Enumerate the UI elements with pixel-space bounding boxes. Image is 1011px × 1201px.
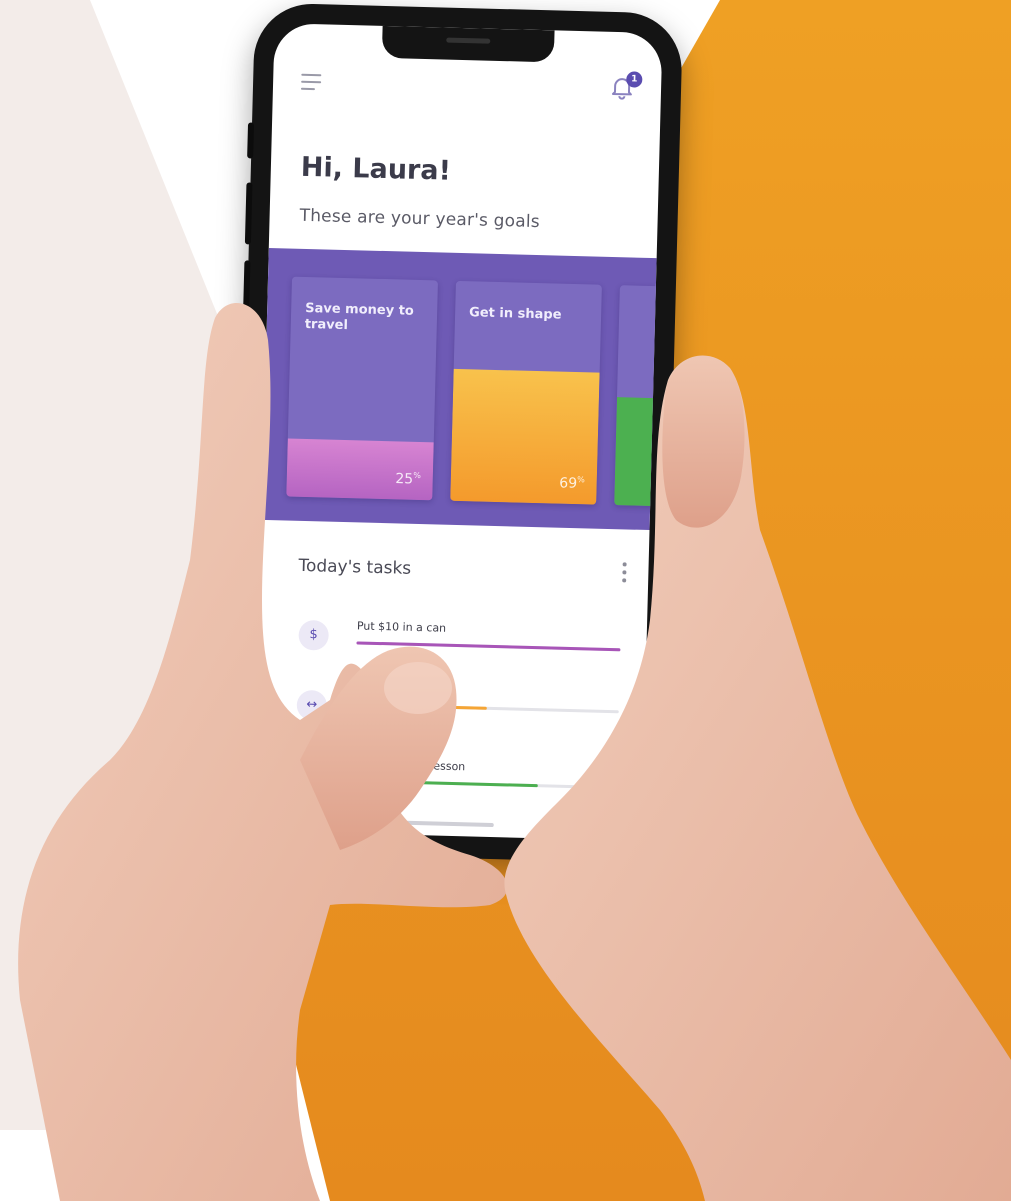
task-progress-track [356,641,621,652]
goals-subtitle: These are your year's goals [299,205,541,233]
home-indicator [403,820,494,828]
task-progress-track [352,779,617,790]
goal-title: Get in shape [468,305,562,323]
task-progress-bar [352,779,538,788]
goal-card-partial[interactable] [614,285,660,507]
phone-notch [381,25,555,63]
notification-badge: 1 [626,71,643,88]
goal-card-save-money[interactable]: Save money to travel 25% [286,276,438,501]
bell-icon[interactable]: 1 [609,71,643,105]
task-item[interactable]: ♪ ...ing lesson [294,756,617,824]
task-progress-bar [354,703,487,710]
phone-silent-switch [247,122,255,159]
coin-icon: $ [298,619,330,651]
phone-volume-up [244,182,253,245]
task-item[interactable]: ↔ [296,688,619,756]
greeting-title: Hi, Laura! [300,151,452,187]
goal-percent: 69% [559,475,585,493]
task-progress-track [354,703,619,714]
app-screen: 1 Hi, Laura! These are your year's goals… [253,23,663,841]
goal-title: Save money to travel [304,300,415,334]
phone-volume-down [242,260,251,323]
dumbbell-icon: ↔ [296,689,328,721]
tasks-title: Today's tasks [298,555,412,579]
music-icon: ♪ [294,757,326,789]
task-item[interactable]: $ Put $10 in a can [298,618,621,686]
goal-card-get-in-shape[interactable]: Get in shape 69% [450,280,602,505]
task-label: Put $10 in a can [356,619,447,635]
smartphone: 1 Hi, Laura! These are your year's goals… [232,2,684,864]
task-label: ...ing lesson [399,758,466,774]
goal-progress-fill [286,438,434,501]
task-progress-bar [356,641,621,652]
vertical-dots-icon[interactable] [620,562,629,584]
goal-progress-fill [614,397,657,507]
goals-carousel[interactable]: Save money to travel 25% Get in shape 69… [261,247,660,531]
goal-percent: 25% [395,471,421,488]
hamburger-menu-icon[interactable] [300,73,323,93]
